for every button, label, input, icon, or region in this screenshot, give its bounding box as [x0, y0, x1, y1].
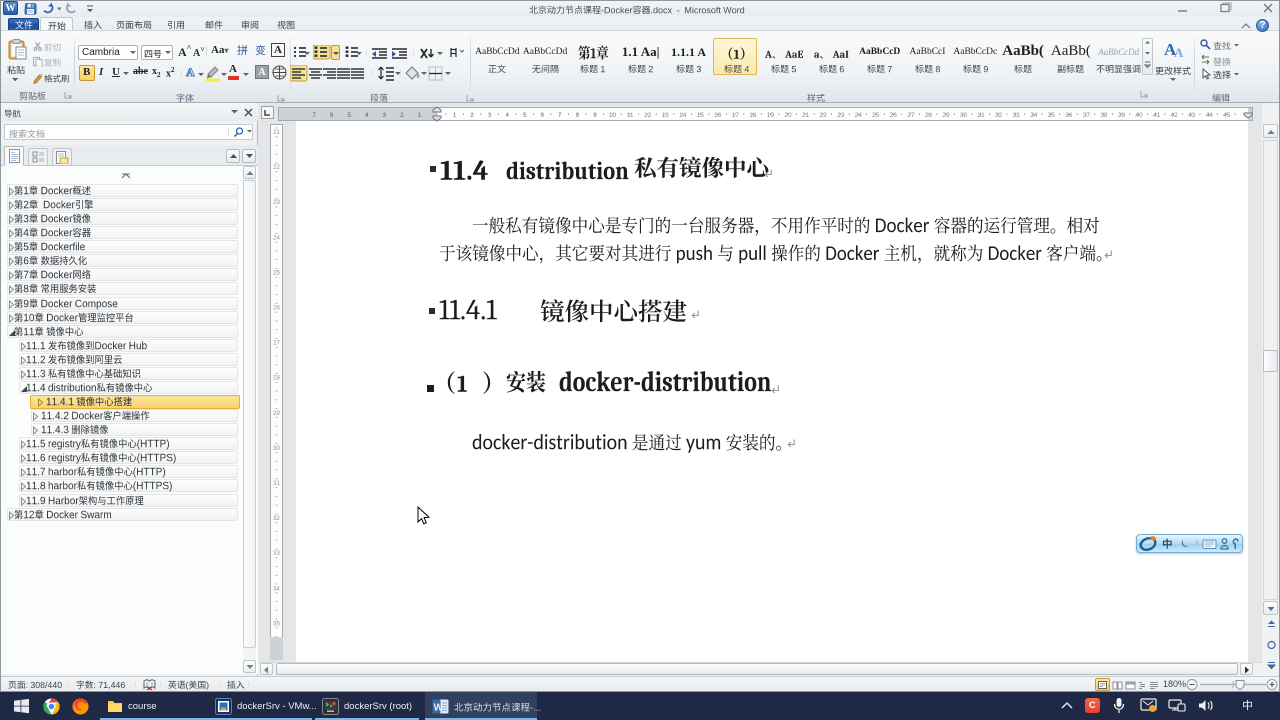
svg-text:4: 4 — [505, 112, 509, 119]
svg-text:42: 42 — [1170, 112, 1178, 119]
svg-text:1: 1 — [418, 112, 422, 119]
svg-text:11: 11 — [627, 112, 634, 119]
svg-text:26: 26 — [890, 112, 898, 119]
svg-text:21: 21 — [802, 112, 810, 119]
svg-text:1: 1 — [453, 112, 457, 119]
svg-text:34: 34 — [273, 586, 280, 592]
svg-text:6: 6 — [330, 112, 334, 119]
svg-text:8: 8 — [576, 112, 580, 119]
svg-text:9: 9 — [593, 112, 597, 119]
svg-text:43: 43 — [1188, 112, 1196, 119]
svg-text:32: 32 — [273, 516, 280, 522]
svg-text:26: 26 — [273, 306, 280, 312]
svg-text:2: 2 — [400, 112, 404, 119]
svg-text:41: 41 — [1153, 112, 1161, 119]
svg-text:27: 27 — [273, 341, 280, 347]
svg-text:28: 28 — [925, 112, 933, 119]
svg-text:44: 44 — [1206, 112, 1214, 119]
svg-text:A: A — [1174, 45, 1184, 60]
svg-text:29: 29 — [942, 112, 950, 119]
svg-text:7: 7 — [312, 112, 316, 119]
svg-text:13: 13 — [661, 112, 669, 119]
svg-text:35: 35 — [1048, 112, 1056, 119]
svg-text:5: 5 — [347, 112, 351, 119]
svg-text:3: 3 — [382, 112, 386, 119]
svg-text:22: 22 — [819, 112, 827, 119]
svg-text:18: 18 — [749, 112, 757, 119]
svg-text:3: 3 — [488, 112, 492, 119]
svg-text:7: 7 — [558, 112, 562, 119]
svg-text:24: 24 — [273, 235, 280, 241]
svg-text:33: 33 — [273, 551, 280, 557]
svg-text:2: 2 — [470, 112, 474, 119]
svg-text:21: 21 — [273, 130, 280, 136]
svg-text:24: 24 — [855, 112, 863, 119]
svg-text:19: 19 — [767, 112, 775, 119]
svg-text:23: 23 — [273, 200, 280, 206]
svg-text:6: 6 — [540, 112, 544, 119]
svg-text:25: 25 — [872, 112, 880, 119]
svg-text:31: 31 — [977, 112, 985, 119]
svg-text:10: 10 — [609, 112, 617, 119]
svg-text:28: 28 — [273, 376, 280, 382]
svg-text:35: 35 — [273, 621, 280, 627]
svg-text:22: 22 — [273, 165, 280, 171]
svg-text:20: 20 — [784, 112, 792, 119]
svg-text:37: 37 — [1083, 112, 1091, 119]
svg-text:45: 45 — [1223, 112, 1231, 119]
svg-text:38: 38 — [1100, 112, 1108, 119]
svg-text:14: 14 — [679, 112, 687, 119]
svg-text:17: 17 — [732, 112, 740, 119]
svg-text:34: 34 — [1030, 112, 1038, 119]
svg-text:36: 36 — [1065, 112, 1073, 119]
svg-text:23: 23 — [837, 112, 845, 119]
svg-text:12: 12 — [644, 112, 652, 119]
svg-text:31: 31 — [273, 481, 280, 487]
svg-text:33: 33 — [1012, 112, 1020, 119]
svg-text:15: 15 — [697, 112, 705, 119]
svg-text:27: 27 — [907, 112, 915, 119]
svg-text:30: 30 — [960, 112, 968, 119]
svg-text:30: 30 — [273, 446, 280, 452]
svg-text:5: 5 — [523, 112, 527, 119]
svg-text:25: 25 — [273, 270, 280, 276]
svg-text:16: 16 — [714, 112, 722, 119]
svg-text:40: 40 — [1135, 112, 1143, 119]
svg-text:32: 32 — [995, 112, 1003, 119]
svg-text:39: 39 — [1118, 112, 1126, 119]
svg-text:29: 29 — [273, 411, 280, 417]
svg-text:4: 4 — [365, 112, 369, 119]
